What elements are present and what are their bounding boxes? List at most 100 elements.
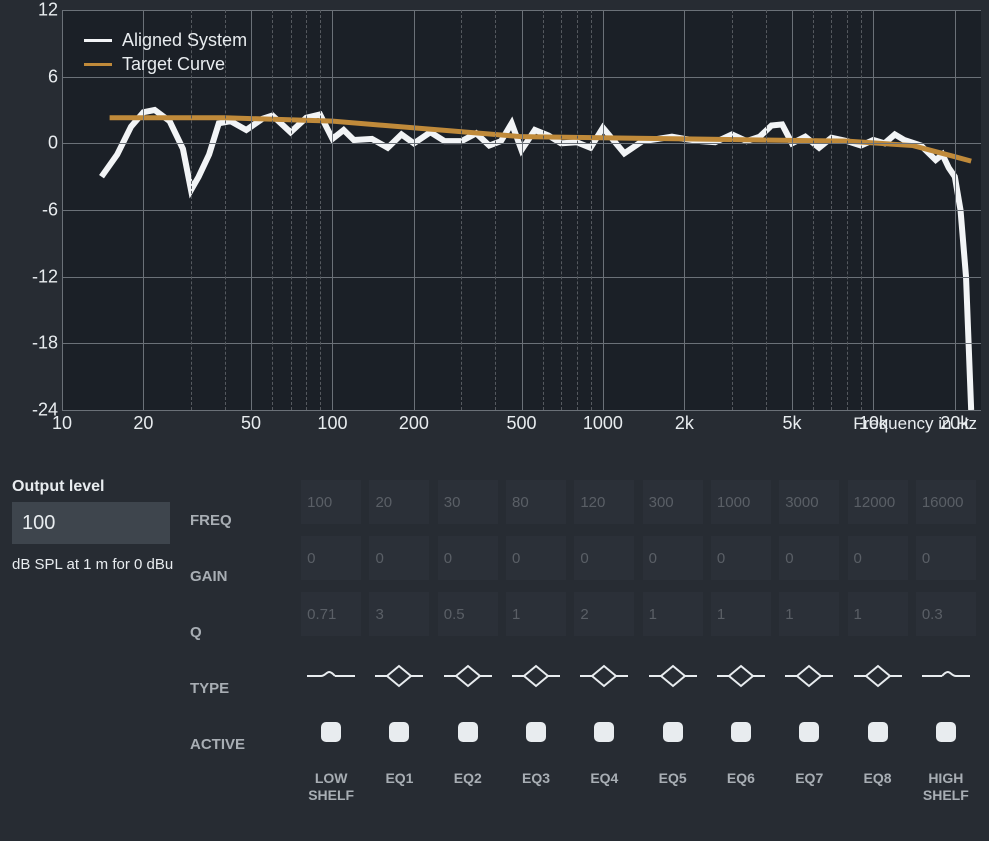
bell-icon (510, 663, 562, 689)
legend: Aligned System Target Curve (84, 28, 247, 77)
freq-input[interactable]: 300 (643, 480, 703, 524)
gain-input[interactable]: 0 (574, 536, 634, 580)
active-checkbox[interactable] (731, 722, 751, 742)
q-input[interactable]: 2 (574, 592, 634, 636)
high-shelf-icon (920, 663, 972, 689)
freq-input[interactable]: 30 (438, 480, 498, 524)
eq-band-9: 16000 0 0.3 HIGHSHELF (915, 480, 977, 841)
active-checkbox[interactable] (526, 722, 546, 742)
q-input[interactable]: 1 (711, 592, 771, 636)
x-tick: 10 (52, 413, 72, 434)
legend-swatch (84, 39, 112, 42)
gain-input[interactable]: 0 (916, 536, 976, 580)
legend-entry-aligned: Aligned System (84, 28, 247, 52)
bell-icon (715, 663, 767, 689)
y-tick: -24 (0, 400, 58, 421)
type-selector[interactable] (510, 648, 562, 704)
active-checkbox[interactable] (458, 722, 478, 742)
output-level-input[interactable] (12, 502, 170, 544)
output-level-sublabel: dB SPL at 1 m for 0 dBu (12, 556, 190, 573)
band-label: EQ7 (795, 770, 823, 804)
eq-bands: 10000.71LOWSHELF2003EQ13000.5EQ28001EQ31… (300, 472, 977, 841)
gain-input[interactable]: 0 (848, 536, 908, 580)
x-tick: 5k (782, 413, 801, 434)
freq-input[interactable]: 80 (506, 480, 566, 524)
freq-input[interactable]: 12000 (848, 480, 908, 524)
q-input[interactable]: 0.3 (916, 592, 976, 636)
output-level-label: Output level (12, 478, 190, 496)
bell-icon (578, 663, 630, 689)
bell-icon (373, 663, 425, 689)
y-tick: -12 (0, 266, 58, 287)
active-checkbox[interactable] (321, 722, 341, 742)
q-input[interactable]: 1 (779, 592, 839, 636)
eq-row-labels: FREQ GAIN Q TYPE ACTIVE (190, 472, 300, 841)
type-selector[interactable] (783, 648, 835, 704)
active-checkbox[interactable] (389, 722, 409, 742)
active-checkbox[interactable] (799, 722, 819, 742)
x-tick: 20 (133, 413, 153, 434)
eq-band-3: 8001EQ3 (505, 480, 567, 841)
q-input[interactable]: 3 (369, 592, 429, 636)
active-checkbox[interactable] (663, 722, 683, 742)
q-input[interactable]: 0.71 (301, 592, 361, 636)
freq-input[interactable]: 1000 (711, 480, 771, 524)
bell-icon (783, 663, 835, 689)
freq-input[interactable]: 3000 (779, 480, 839, 524)
band-label: LOWSHELF (308, 770, 354, 804)
q-input[interactable]: 1 (643, 592, 703, 636)
type-selector[interactable] (920, 648, 972, 704)
gain-input[interactable]: 0 (779, 536, 839, 580)
eq-band-5: 300 0 1 EQ5 (641, 480, 703, 841)
x-tick: 2k (675, 413, 694, 434)
active-checkbox[interactable] (594, 722, 614, 742)
band-label: HIGHSHELF (923, 770, 969, 804)
row-label-q: Q (190, 604, 300, 660)
eq-band-6: 1000 0 1 EQ6 (710, 480, 772, 841)
band-label: EQ1 (385, 770, 413, 804)
legend-swatch (84, 63, 112, 66)
band-label: EQ2 (454, 770, 482, 804)
type-selector[interactable] (647, 648, 699, 704)
eq-band-4: 120 0 2 EQ4 (573, 480, 635, 841)
gain-input[interactable]: 0 (711, 536, 771, 580)
gain-input[interactable]: 0 (301, 536, 361, 580)
x-tick: 10k (859, 413, 888, 434)
q-input[interactable]: 1 (848, 592, 908, 636)
freq-input[interactable]: 16000 (916, 480, 976, 524)
type-selector[interactable] (578, 648, 630, 704)
bell-icon (442, 663, 494, 689)
row-label-active: ACTIVE (190, 716, 300, 772)
gain-input[interactable]: 0 (643, 536, 703, 580)
eq-band-1: 20 0 3 EQ1 (368, 480, 430, 841)
band-label: EQ6 (727, 770, 755, 804)
eq-band-0: 100 0 0.71 LOWSHELF (300, 480, 362, 841)
gain-input[interactable]: 0 (506, 536, 566, 580)
freq-input[interactable]: 120 (574, 480, 634, 524)
eq-band-8: 1200001EQ8 (846, 480, 908, 841)
active-checkbox[interactable] (868, 722, 888, 742)
active-checkbox[interactable] (936, 722, 956, 742)
q-input[interactable]: 0.5 (438, 592, 498, 636)
type-selector[interactable] (852, 648, 904, 704)
legend-label: Aligned System (122, 28, 247, 52)
type-selector[interactable] (715, 648, 767, 704)
x-tick: 100 (317, 413, 347, 434)
band-label: EQ5 (659, 770, 687, 804)
y-tick: -6 (0, 200, 58, 221)
gain-input[interactable]: 0 (369, 536, 429, 580)
type-selector[interactable] (442, 648, 494, 704)
bell-icon (647, 663, 699, 689)
gain-input[interactable]: 0 (438, 536, 498, 580)
q-input[interactable]: 1 (506, 592, 566, 636)
legend-entry-target: Target Curve (84, 52, 247, 76)
band-label: EQ4 (590, 770, 618, 804)
output-level-section: Output level dB SPL at 1 m for 0 dBu (12, 472, 190, 841)
eq-panel: Output level dB SPL at 1 m for 0 dBu FRE… (0, 462, 989, 841)
type-selector[interactable] (373, 648, 425, 704)
x-tick: 1000 (583, 413, 623, 434)
freq-input[interactable]: 100 (301, 480, 361, 524)
freq-input[interactable]: 20 (369, 480, 429, 524)
type-selector[interactable] (305, 648, 357, 704)
y-tick: -18 (0, 333, 58, 354)
